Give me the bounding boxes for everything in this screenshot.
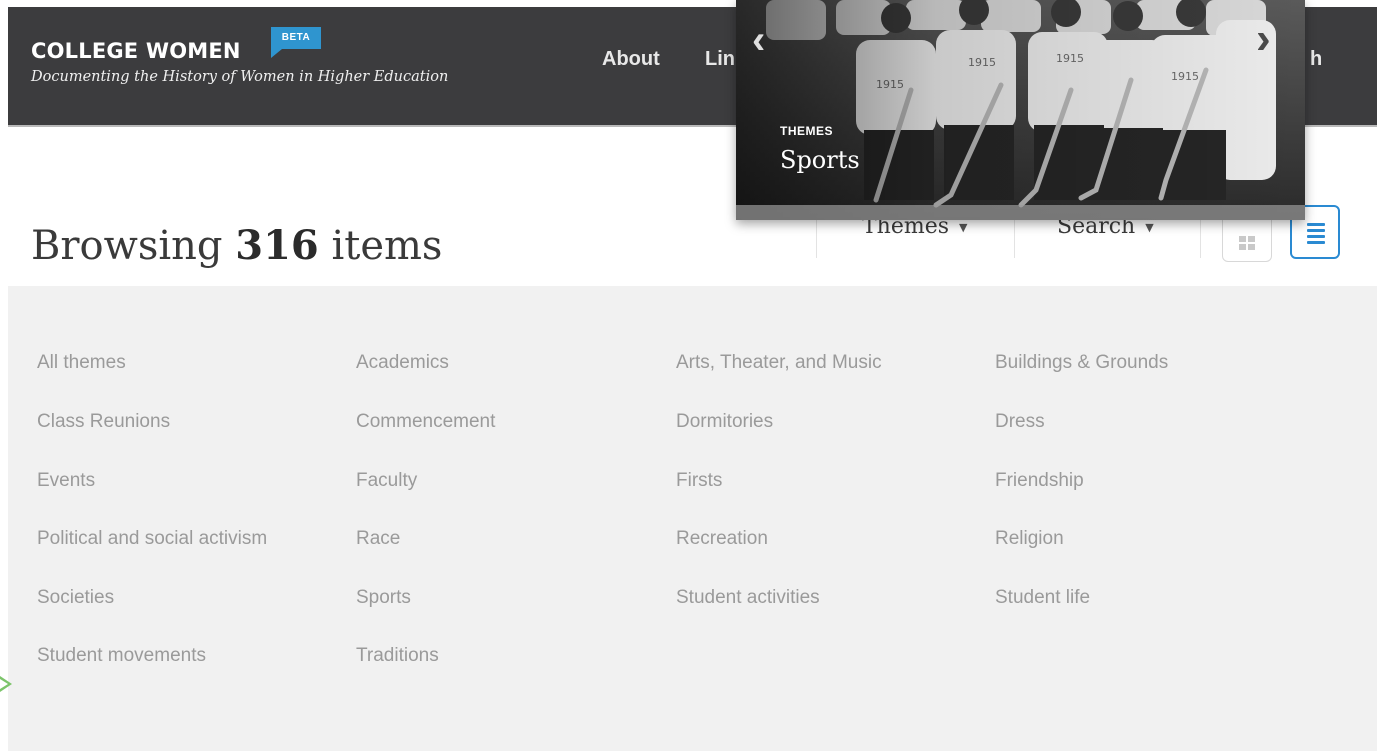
theme-link[interactable]: Dress xyxy=(995,411,1045,433)
page-title-prefix: Browsing xyxy=(31,223,236,269)
featured-theme-card[interactable]: 1915 1915 1915 1915 ‹ › THEMES Sports xyxy=(736,0,1305,220)
page-title-suffix: items xyxy=(318,223,443,269)
theme-link[interactable]: Arts, Theater, and Music xyxy=(676,352,882,374)
theme-link[interactable]: Commencement xyxy=(356,411,495,433)
team-photo: 1915 1915 1915 1915 xyxy=(736,0,1305,220)
feature-caption[interactable]: Sports xyxy=(780,146,860,174)
theme-link[interactable]: Events xyxy=(37,470,95,492)
beta-badge-tail xyxy=(271,49,282,58)
site-brand[interactable]: COLLEGE WOMEN xyxy=(31,39,241,63)
theme-link[interactable]: Societies xyxy=(37,587,114,609)
theme-link[interactable]: All themes xyxy=(37,352,126,374)
feature-kicker: THEMES xyxy=(780,124,834,138)
theme-link[interactable]: Dormitories xyxy=(676,411,773,433)
theme-link[interactable]: Academics xyxy=(356,352,449,374)
theme-link[interactable]: Traditions xyxy=(356,645,439,667)
theme-link[interactable]: Student life xyxy=(995,587,1090,609)
caret-down-icon: ▼ xyxy=(1145,220,1154,234)
theme-link[interactable]: Firsts xyxy=(676,470,722,492)
theme-link[interactable]: Student movements xyxy=(37,645,206,667)
caret-down-icon: ▼ xyxy=(959,220,968,234)
theme-link[interactable]: Political and social activism xyxy=(37,528,267,550)
theme-link[interactable]: Friendship xyxy=(995,470,1084,492)
site-tagline: Documenting the History of Women in High… xyxy=(31,69,449,85)
theme-link[interactable]: Buildings & Grounds xyxy=(995,352,1168,374)
beta-badge: BETA xyxy=(271,27,321,49)
chevron-right-icon[interactable]: › xyxy=(1256,14,1271,64)
pointer-arrow-icon-inner xyxy=(0,679,8,689)
nav-about-link[interactable]: About xyxy=(602,48,660,71)
nav-links-link[interactable]: Lin xyxy=(705,48,735,71)
chevron-left-icon[interactable]: ‹ xyxy=(752,18,765,63)
theme-link[interactable]: Student activities xyxy=(676,587,820,609)
theme-link[interactable]: Class Reunions xyxy=(37,411,170,433)
theme-link[interactable]: Recreation xyxy=(676,528,768,550)
page-title: Browsing 316 items xyxy=(31,222,442,269)
nav-search-link[interactable]: h xyxy=(1310,48,1322,71)
theme-link[interactable]: Race xyxy=(356,528,400,550)
item-count: 316 xyxy=(235,222,319,269)
theme-link[interactable]: Faculty xyxy=(356,470,417,492)
theme-link[interactable]: Religion xyxy=(995,528,1064,550)
theme-link[interactable]: Sports xyxy=(356,587,411,609)
